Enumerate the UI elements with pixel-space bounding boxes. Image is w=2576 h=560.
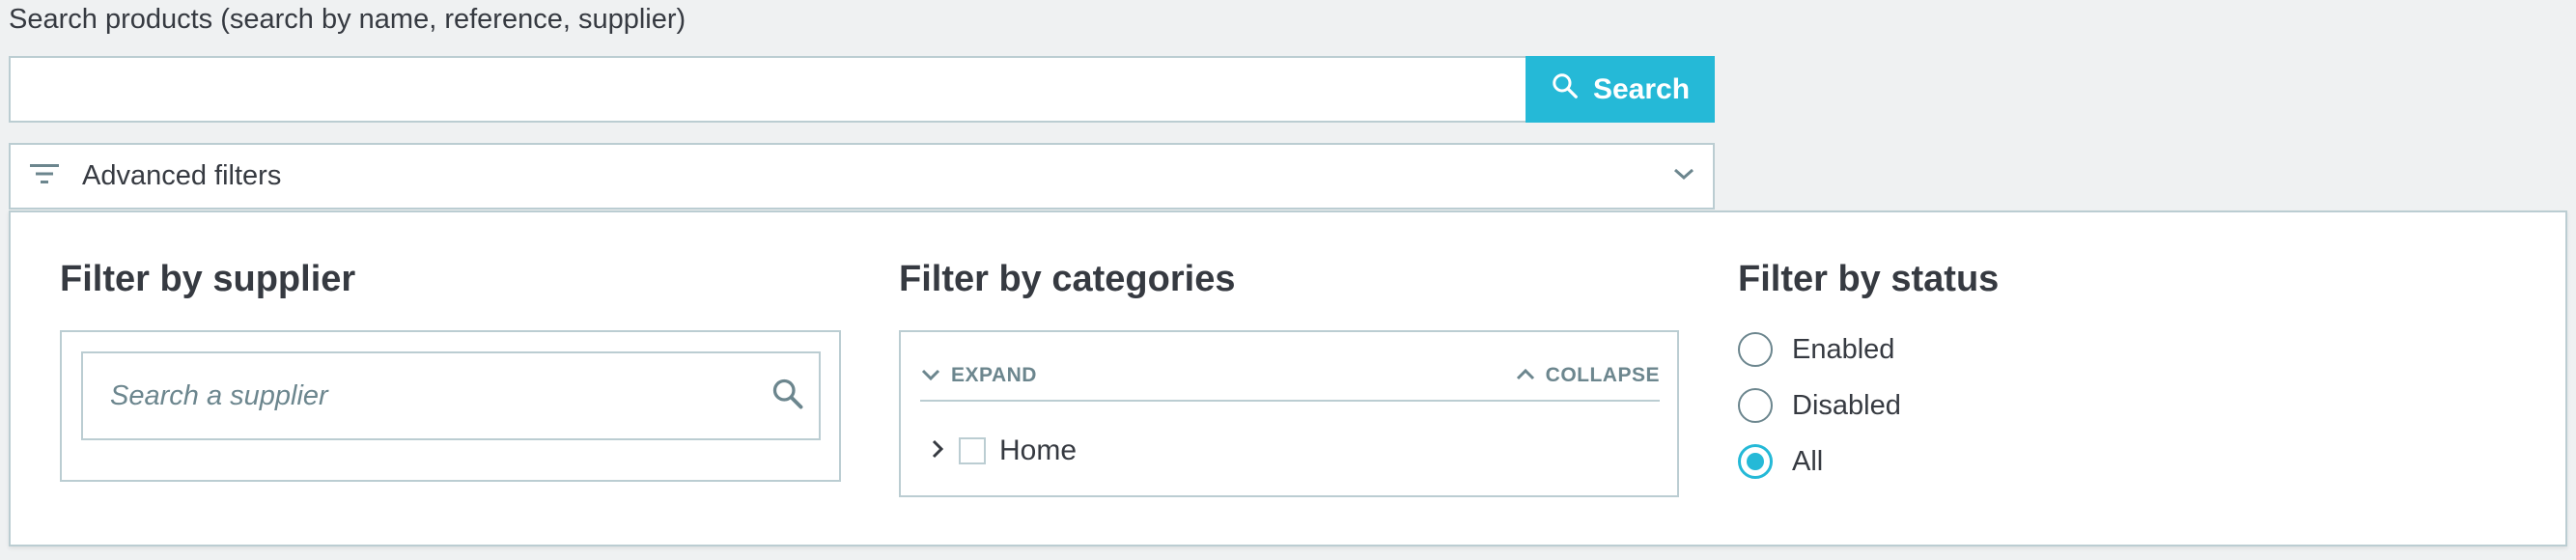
search-button[interactable]: Search bbox=[1526, 56, 1715, 123]
supplier-search-field bbox=[81, 351, 821, 440]
category-tree-toolbar: EXPAND COLLAPSE bbox=[920, 351, 1660, 402]
status-option-label: All bbox=[1792, 445, 1824, 477]
status-option-enabled[interactable]: Enabled bbox=[1738, 332, 1894, 367]
collapse-button[interactable]: COLLAPSE bbox=[1515, 364, 1660, 387]
product-search-input[interactable] bbox=[9, 56, 1526, 123]
search-label: Search products (search by name, referen… bbox=[9, 4, 686, 35]
supplier-filter-box bbox=[60, 330, 841, 482]
advanced-filters-toggle[interactable]: Advanced filters bbox=[9, 143, 1715, 210]
status-option-all[interactable]: All bbox=[1738, 444, 1823, 479]
chevron-right-icon[interactable] bbox=[930, 437, 945, 465]
advanced-filters-panel: Filter by supplier Filter by categories … bbox=[9, 210, 2567, 546]
status-option-label: Enabled bbox=[1792, 333, 1895, 365]
chevron-up-icon bbox=[1515, 364, 1536, 387]
search-icon[interactable] bbox=[770, 377, 805, 416]
status-option-label: Disabled bbox=[1792, 389, 1901, 421]
radio-button[interactable] bbox=[1738, 444, 1773, 479]
status-option-disabled[interactable]: Disabled bbox=[1738, 388, 1901, 423]
chevron-down-icon bbox=[920, 364, 941, 387]
filter-icon bbox=[28, 161, 61, 191]
category-tree-item: Home bbox=[930, 434, 1077, 467]
search-icon bbox=[1551, 71, 1580, 108]
category-label: Home bbox=[999, 434, 1078, 466]
collapse-label: COLLAPSE bbox=[1545, 364, 1660, 386]
supplier-filter-title: Filter by supplier bbox=[60, 259, 356, 299]
category-filter-title: Filter by categories bbox=[899, 259, 1236, 299]
expand-button[interactable]: EXPAND bbox=[920, 364, 1037, 387]
status-filter-title: Filter by status bbox=[1738, 259, 2000, 299]
supplier-search-input[interactable] bbox=[110, 379, 770, 412]
radio-button[interactable] bbox=[1738, 332, 1773, 367]
expand-label: EXPAND bbox=[951, 364, 1037, 386]
search-bar: Search bbox=[9, 56, 1715, 123]
radio-button[interactable] bbox=[1738, 388, 1773, 423]
chevron-down-icon[interactable] bbox=[1672, 166, 1695, 186]
category-checkbox[interactable] bbox=[959, 437, 986, 464]
category-tree-box: EXPAND COLLAPSE Home bbox=[899, 330, 1679, 497]
search-button-label: Search bbox=[1592, 72, 1691, 105]
advanced-filters-label: Advanced filters bbox=[82, 160, 282, 191]
